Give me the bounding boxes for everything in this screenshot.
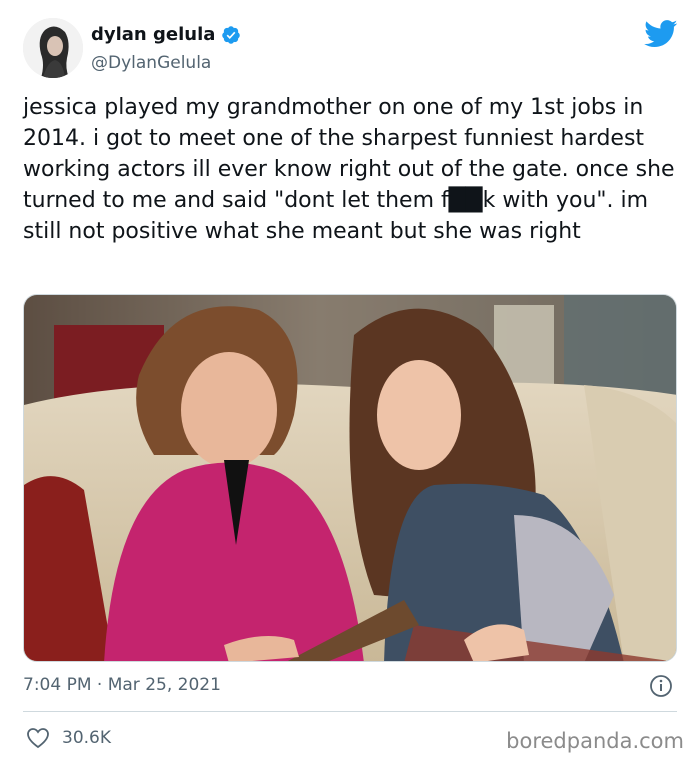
tweet-header: dylan gelula @DylanGelula	[23, 18, 678, 80]
tweet-timestamp[interactable]: 7:04 PM · Mar 25, 2021	[23, 675, 221, 695]
tweet-photo[interactable]	[23, 294, 677, 662]
twitter-bird-icon[interactable]	[644, 20, 678, 48]
display-name-text[interactable]: dylan gelula	[91, 24, 215, 45]
like-count: 30.6K	[62, 728, 111, 748]
verified-badge-icon	[222, 25, 241, 44]
heart-icon[interactable]	[26, 727, 50, 749]
tweet-text: jessica played my grandmother on one of …	[23, 95, 682, 244]
watermark: boredpanda.com	[506, 729, 684, 753]
avatar[interactable]	[23, 18, 83, 78]
like-action[interactable]: 30.6K	[26, 727, 111, 749]
info-icon[interactable]	[649, 674, 673, 698]
divider	[23, 711, 677, 712]
display-name[interactable]: dylan gelula	[91, 24, 241, 45]
user-handle[interactable]: @DylanGelula	[91, 53, 211, 73]
